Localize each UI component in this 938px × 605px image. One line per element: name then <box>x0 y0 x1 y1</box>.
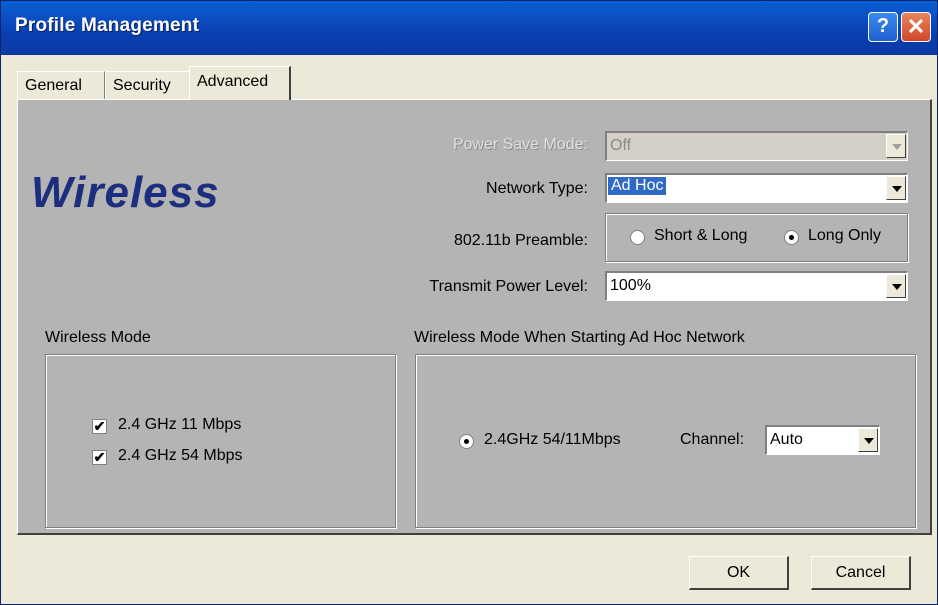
short-long-radio[interactable] <box>630 230 645 245</box>
channel-label: Channel: <box>680 431 745 448</box>
close-icon: ✕ <box>906 14 926 39</box>
long-only-label[interactable]: Long Only <box>808 227 881 245</box>
check-icon: ✔ <box>93 418 106 434</box>
tab-security[interactable]: Security <box>105 71 191 99</box>
transmit-power-value: 100% <box>610 277 651 294</box>
wireless-logo: Wireless <box>31 168 220 217</box>
channel-select[interactable]: Auto <box>765 425 880 455</box>
adhoc-54-11-label[interactable]: 2.4GHz 54/11Mbps <box>484 431 621 449</box>
channel-value: Auto <box>770 431 803 448</box>
preamble-group: Short & Long Long Only <box>605 213 908 262</box>
option-11mbps-label[interactable]: 2.4 GHz 11 Mbps <box>118 416 241 434</box>
chevron-down-icon <box>886 134 906 158</box>
long-only-radio[interactable] <box>784 230 799 245</box>
short-long-label[interactable]: Short & Long <box>654 227 747 245</box>
power-save-value: Off <box>610 137 632 154</box>
advanced-panel: Wireless Power Save Mode: Off Network Ty… <box>17 99 932 535</box>
cancel-button[interactable]: Cancel <box>811 556 911 590</box>
chevron-down-icon <box>886 274 906 298</box>
checkbox-54mbps[interactable]: ✔ <box>92 450 107 465</box>
network-type-label: Network Type: <box>486 180 588 197</box>
title-bar[interactable]: Profile Management ? ✕ <box>1 1 937 55</box>
adhoc-54-11-radio[interactable] <box>459 434 474 449</box>
preamble-label: 802.11b Preamble: <box>453 232 588 249</box>
power-save-label: Power Save Mode: <box>452 136 588 153</box>
adhoc-mode-group: 2.4GHz 54/11Mbps Channel: Auto <box>415 354 916 528</box>
transmit-power-select[interactable]: 100% <box>605 271 908 301</box>
profile-management-window: Profile Management ? ✕ General Security … <box>0 0 938 605</box>
check-icon: ✔ <box>93 449 106 465</box>
wireless-mode-title: Wireless Mode <box>45 329 151 346</box>
transmit-power-label: Transmit Power Level: <box>429 278 588 295</box>
window-title: Profile Management <box>15 15 200 36</box>
adhoc-mode-title: Wireless Mode When Starting Ad Hoc Netwo… <box>414 329 745 346</box>
network-type-value: Ad Hoc <box>608 177 667 195</box>
power-save-select[interactable]: Off <box>605 131 908 161</box>
network-type-select[interactable]: Ad Hoc <box>605 173 908 203</box>
help-button[interactable]: ? <box>868 12 898 42</box>
checkbox-11mbps[interactable]: ✔ <box>92 419 107 434</box>
help-icon: ? <box>876 15 890 37</box>
chevron-down-icon <box>886 176 906 200</box>
close-button[interactable]: ✕ <box>901 12 931 42</box>
tab-advanced[interactable]: Advanced <box>189 66 291 100</box>
ok-button[interactable]: OK <box>689 556 789 590</box>
tab-general[interactable]: General <box>17 71 105 99</box>
wireless-mode-group: ✔ 2.4 GHz 11 Mbps ✔ 2.4 GHz 54 Mbps <box>45 354 396 528</box>
option-54mbps-label[interactable]: 2.4 GHz 54 Mbps <box>118 447 243 465</box>
chevron-down-icon <box>858 428 878 452</box>
